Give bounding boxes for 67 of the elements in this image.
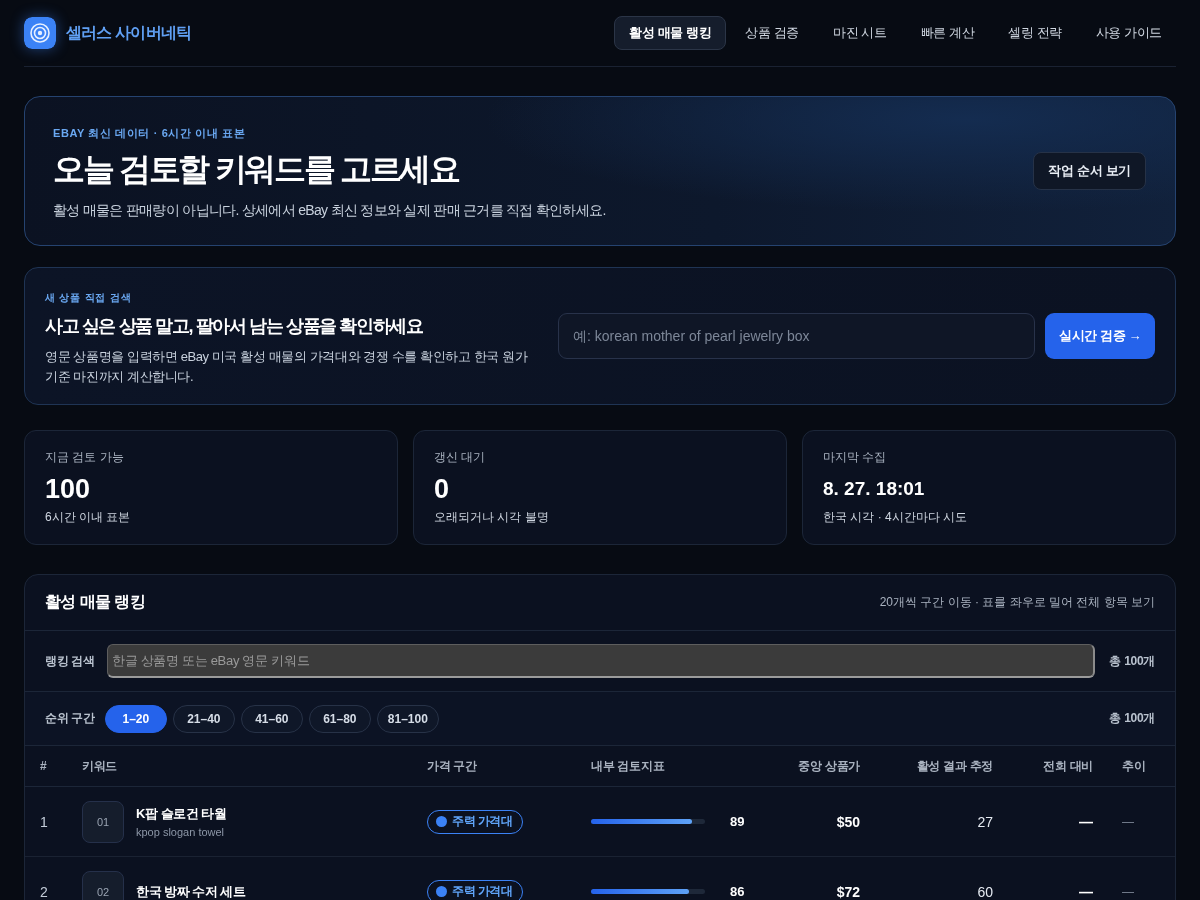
range-tab[interactable]: 1–20 xyxy=(104,704,167,733)
column-header: 키워드 xyxy=(82,757,119,775)
column-header: 전회 대비 xyxy=(1042,757,1093,775)
column-header: 추이 xyxy=(1121,757,1147,775)
stat-value: 0 xyxy=(434,473,451,505)
results-cell-text: 27 xyxy=(976,813,993,830)
search-label: 랭킹 검색 xyxy=(45,652,95,670)
price-band-label: 주력 가격대 xyxy=(452,883,513,900)
hero-title: 오늘 검토할 키워드를 고르세요 xyxy=(53,150,460,189)
product-search-field[interactable]: 예: korean mother of pearl jewelry box xyxy=(558,313,1035,359)
panel-title: 활성 매물 랭킹 xyxy=(45,592,146,612)
ranking-search-field[interactable]: 한글 상품명 또는 eBay 영문 키워드 xyxy=(106,644,1096,678)
column-header: 중앙 상품가 xyxy=(797,757,860,775)
change-cell-text: — xyxy=(1078,813,1093,830)
range-label: 순위 구간 xyxy=(45,710,95,727)
stat-value: 8. 27. 18:01 xyxy=(823,477,926,501)
column-header: 활성 결과 추정 xyxy=(915,757,993,775)
thumbnail-tile: 02 xyxy=(82,870,124,900)
range-tab[interactable]: 41–60 xyxy=(240,704,303,733)
nav-tab[interactable]: 사용 가이드 xyxy=(1080,16,1177,50)
panel-hint: 20개씩 구간 이동 · 표를 좌우로 밀어 전체 항목 보기 xyxy=(879,594,1155,611)
nav-tab[interactable]: 활성 매물 랭킹 xyxy=(614,16,727,50)
rank-cell-text: 1 xyxy=(40,813,49,830)
verify-button[interactable]: 실시간 검증 → xyxy=(1044,313,1155,359)
column-header: 가격 구간 xyxy=(427,757,478,775)
keyword-title[interactable]: K팝 슬로건 타월 xyxy=(136,805,227,823)
score-value: 86 xyxy=(730,884,745,899)
results-cell-text: 60 xyxy=(976,883,993,900)
range-tab[interactable]: 21–40 xyxy=(172,704,235,733)
column-header: 내부 검토지표 xyxy=(591,757,666,775)
trend-cell-text: — xyxy=(1121,814,1135,829)
brand-name: 셀러스 사이버네틱 xyxy=(66,22,192,43)
hero-subtitle: 활성 매물은 판매량이 아닙니다. 상세에서 eBay 최신 정보와 실제 판매 근거를 직접 확인하세요. xyxy=(53,201,606,220)
rings-logo-icon xyxy=(24,17,56,49)
trend-cell-text: — xyxy=(1121,884,1135,899)
stat-label: 마지막 수집 xyxy=(823,449,888,466)
total-count: 총 100개 xyxy=(1109,710,1155,727)
change-cell-text: — xyxy=(1078,883,1093,900)
stat-note: 6시간 이내 표본 xyxy=(45,509,132,526)
score-value: 89 xyxy=(730,814,745,829)
column-header: # xyxy=(40,759,48,773)
stat-note: 오래되거나 시각 불명 xyxy=(434,509,550,526)
thumbnail-tile: 01 xyxy=(82,800,124,843)
keyword-title[interactable]: 한국 방짜 수저 세트 xyxy=(136,882,246,900)
rank-cell-text: 2 xyxy=(40,883,49,900)
stat-label: 지금 검토 가능 xyxy=(45,449,125,466)
dot-icon xyxy=(436,816,447,827)
range-tab[interactable]: 61–80 xyxy=(308,704,371,733)
stat-label: 갱신 대기 xyxy=(434,449,487,466)
price-cell-text: $50 xyxy=(835,813,860,830)
nav-tab[interactable]: 빠른 계산 xyxy=(905,16,990,50)
stat-value: 100 xyxy=(45,473,92,505)
nav-tab[interactable]: 상품 검증 xyxy=(730,16,814,50)
dot-icon xyxy=(436,886,447,897)
search-description: 영문 상품명을 입력하면 eBay 미국 활성 매물의 가격대와 경쟁 수를 확인하고 한국 원가 기준 마진까지 계산합니다. xyxy=(45,348,529,386)
keyword-subtitle: kpop slogan towel xyxy=(136,826,226,838)
nav-tab[interactable]: 마진 시트 xyxy=(817,16,902,50)
stat-note: 한국 시각 · 4시간마다 시도 xyxy=(823,509,968,526)
workflow-button[interactable]: 작업 순서 보기 xyxy=(1033,152,1146,190)
total-count: 총 100개 xyxy=(1109,652,1155,670)
price-cell-text: $72 xyxy=(835,883,860,900)
hero-eyebrow: EBAY 최신 데이터 · 6시간 이내 표본 xyxy=(53,126,247,140)
search-eyebrow: 새 상품 직접 검색 xyxy=(45,291,133,305)
search-title: 사고 싶은 상품 말고, 팔아서 남는 상품을 확인하세요 xyxy=(45,315,424,338)
range-tab[interactable]: 81–100 xyxy=(376,704,439,733)
price-band-label: 주력 가격대 xyxy=(452,813,513,830)
nav-tab[interactable]: 셀링 전략 xyxy=(993,16,1077,50)
